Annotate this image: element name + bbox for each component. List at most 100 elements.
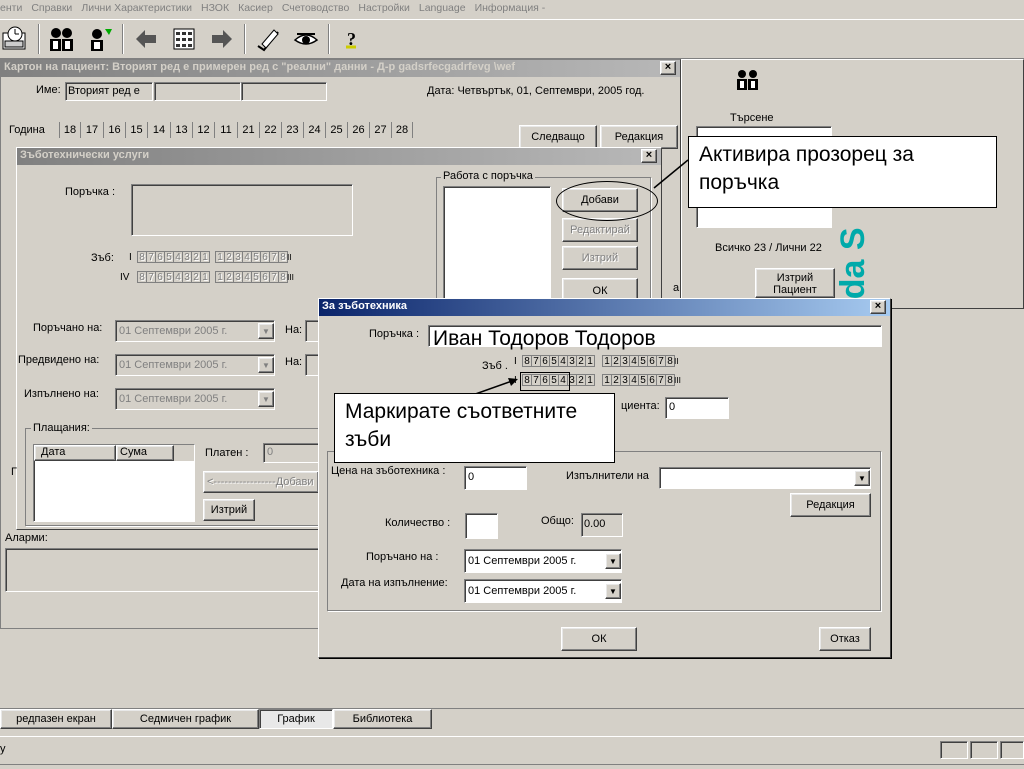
patient-field[interactable]: 0 (665, 397, 729, 419)
help-icon[interactable]: ? (336, 23, 368, 55)
exec-date-select[interactable]: 01 Септември 2005 г. ▼ (464, 579, 622, 603)
quadrant-marker: I (129, 251, 132, 263)
menu-item[interactable]: Справки (31, 2, 72, 18)
window-title: Картон на пациент: Вторият ред е примере… (4, 61, 516, 73)
quadrant-marker: II (674, 356, 679, 366)
next-button[interactable]: Следващо (519, 125, 597, 149)
teeth-header-cell[interactable]: 18 (59, 122, 80, 138)
taskbar-strip (0, 764, 1024, 769)
ordered-date-select[interactable]: 01 Септември 2005 г. ▼ (115, 320, 275, 342)
tab-screensaver[interactable]: редпазен екран (0, 709, 112, 729)
close-icon[interactable]: × (660, 61, 676, 75)
close-icon[interactable]: × (641, 149, 657, 163)
back-arrow-icon[interactable] (130, 23, 162, 55)
teeth-header-cell[interactable]: 15 (125, 122, 147, 138)
menu-item[interactable]: Language (419, 2, 466, 18)
menu-item[interactable]: Касиер (238, 2, 273, 18)
chevron-down-icon[interactable]: ▼ (258, 391, 274, 407)
name-field-3[interactable] (241, 82, 327, 101)
exec-date-value: 01 Септември 2005 г. (468, 585, 577, 597)
calendar-hdd-icon[interactable] (0, 23, 32, 55)
ordered-date-value: 01 Септември 2005 г. (119, 325, 228, 337)
calculator-icon[interactable] (168, 23, 200, 55)
menu-item[interactable]: Счетоводство (282, 2, 350, 18)
teeth-header-cell[interactable]: 24 (303, 122, 325, 138)
on-label: На: (285, 324, 303, 336)
ordered-date-select[interactable]: 01 Септември 2005 г. ▼ (464, 549, 622, 573)
expected-date-value: 01 Септември 2005 г. (119, 359, 228, 371)
price-label: Цена на зъботехника : (331, 465, 446, 477)
teeth-header-cell[interactable]: 17 (80, 122, 103, 138)
expected-label: Предвидено на: (18, 354, 100, 366)
teeth-header-cell[interactable]: 27 (369, 122, 391, 138)
delete-patient-button[interactable]: Изтрий Пациент (755, 268, 835, 298)
on-field[interactable] (305, 354, 319, 376)
tooth-cell[interactable]: 1 (585, 374, 595, 386)
forward-arrow-icon[interactable] (206, 23, 238, 55)
delete-payment-button[interactable]: Изтрий (203, 499, 255, 521)
ok-button[interactable]: ОК (561, 627, 637, 651)
eye-icon[interactable] (290, 23, 322, 55)
delete-patient-label: Изтрий Пациент (773, 272, 817, 296)
edit-order-button: Редактирай (562, 218, 638, 242)
person-icon[interactable] (84, 23, 116, 55)
chevron-down-icon[interactable]: ▼ (605, 583, 621, 599)
chevron-down-icon[interactable]: ▼ (258, 323, 274, 339)
payments-table[interactable]: Дата Сума (33, 444, 195, 522)
chevron-down-icon[interactable]: ▼ (605, 553, 621, 569)
ordered-date-value: 01 Септември 2005 г. (468, 555, 577, 567)
order-textarea[interactable] (131, 184, 353, 236)
name-value: Вторият ред е (68, 85, 140, 97)
quantity-input[interactable] (465, 513, 498, 539)
teeth-header-cell[interactable]: 14 (147, 122, 170, 138)
teeth-header-cell[interactable]: 12 (192, 122, 214, 138)
payments-col-amount[interactable]: Сума (116, 445, 174, 461)
pen-check-icon[interactable] (252, 23, 284, 55)
teeth-header-cell[interactable]: 16 (103, 122, 125, 138)
price-input[interactable]: 0 (464, 466, 527, 490)
edit-record-button[interactable]: Редакция (600, 125, 678, 149)
paid-field[interactable]: 0 (263, 443, 319, 463)
performers-select[interactable]: ▼ (659, 467, 871, 489)
quadrant-marker: III (674, 375, 681, 385)
menu-item[interactable]: Информация - (475, 2, 546, 18)
tooth-cell[interactable]: 1 (200, 251, 210, 263)
total-label: Общо: (541, 515, 574, 527)
chevron-down-icon[interactable]: ▼ (854, 470, 870, 486)
tooth-cell[interactable]: 1 (585, 355, 595, 367)
cancel-button[interactable]: Отказ (819, 627, 871, 651)
menu-item[interactable]: Настройки (358, 2, 410, 18)
menu-item[interactable]: Лични Характеристики (81, 2, 192, 18)
people-icon[interactable] (46, 23, 78, 55)
status-bar: у (0, 736, 1024, 768)
payments-col-date[interactable]: Дата (34, 445, 116, 461)
price-value: 0 (468, 471, 475, 483)
teeth-header-cell[interactable]: 25 (325, 122, 347, 138)
completed-date-select[interactable]: 01 Септември 2005 г. ▼ (115, 388, 275, 410)
partial-label: а (673, 282, 680, 294)
menu-item[interactable]: енти (0, 2, 22, 18)
on-label: На: (285, 356, 303, 368)
tab-weekly-schedule[interactable]: Седмичен график (112, 709, 259, 729)
status-panel (940, 741, 968, 759)
chevron-down-icon[interactable]: ▼ (258, 357, 274, 373)
teeth-header-cell[interactable]: 21 (237, 122, 259, 138)
teeth-header-cell[interactable]: 13 (170, 122, 192, 138)
teeth-header-cell[interactable]: 28 (391, 122, 413, 138)
name-field-2[interactable] (154, 82, 241, 101)
edit-performers-button[interactable]: Редакция (790, 493, 871, 517)
teeth-header-cell[interactable]: 23 (281, 122, 303, 138)
teeth-header-cell[interactable]: 22 (259, 122, 281, 138)
menu-item[interactable]: НЗОК (201, 2, 229, 18)
order-label: Поръчка : (369, 328, 420, 340)
on-field[interactable] (305, 320, 319, 342)
close-icon[interactable]: × (870, 300, 886, 314)
tooth-cell[interactable]: 1 (200, 271, 210, 283)
name-field[interactable]: Вторият ред е (65, 82, 153, 101)
expected-date-select[interactable]: 01 Септември 2005 г. ▼ (115, 354, 275, 376)
tab-library[interactable]: Библиотека (333, 709, 432, 729)
tab-schedule[interactable]: График (259, 709, 333, 729)
teeth-header-cell[interactable]: 11 (214, 122, 237, 138)
teeth-header-cell[interactable]: 26 (347, 122, 369, 138)
partial-label: Г (11, 466, 17, 478)
